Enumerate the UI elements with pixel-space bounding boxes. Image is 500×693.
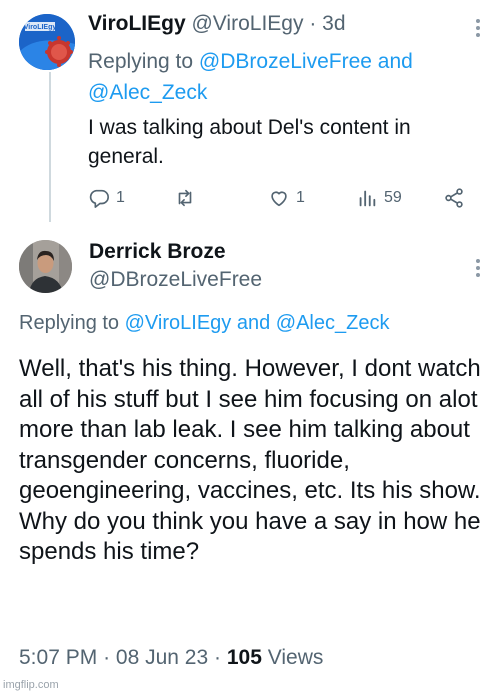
avatar-logo-text: ViroLIEgy [24, 24, 57, 31]
avatar[interactable] [19, 240, 72, 293]
tweet-metadata: 5:07 PM · 08 Jun 23 · 105 Views [19, 646, 323, 670]
reply-and-text: and [377, 50, 413, 73]
more-icon[interactable] [476, 16, 480, 40]
reply-mention-link[interactable]: @ViroLIEgy [125, 312, 232, 334]
reply-mention-link[interactable]: @Alec_Zeck [276, 312, 390, 334]
meta-separator: · [214, 646, 221, 669]
views-label: Views [267, 646, 324, 669]
watermark: imgflip.com [3, 679, 59, 691]
reply-icon [89, 189, 109, 208]
view-count: 105 [226, 646, 262, 669]
reply-count: 1 [116, 189, 125, 206]
like-button[interactable]: 1 [268, 184, 305, 212]
separator: · [309, 12, 317, 35]
display-name[interactable]: ViroLIEgy [88, 12, 186, 35]
replying-to: Replying to @DBrozeLiveFree and @Alec_Ze… [88, 46, 468, 108]
meta-separator: · [103, 646, 111, 669]
tweet-text: Well, that's his thing. However, I dont … [19, 355, 481, 565]
like-count: 1 [296, 189, 305, 206]
replying-label: Replying to [88, 50, 194, 73]
avatar[interactable]: ViroLIEgy [19, 14, 75, 70]
retweet-button[interactable] [174, 184, 202, 212]
more-icon[interactable] [476, 256, 480, 280]
reply-mention-link[interactable]: @DBrozeLiveFree [199, 50, 372, 73]
tweet-age[interactable]: 3d [322, 12, 345, 35]
avatar-image [19, 240, 72, 293]
avatar-image: ViroLIEgy [19, 14, 75, 70]
handle[interactable]: @DBrozeLiveFree [89, 268, 262, 292]
tweet-actions: 1 1 59 [88, 184, 478, 212]
like-icon [271, 191, 287, 207]
view-count: 59 [384, 189, 402, 206]
tweet-text: I was talking about Del's content in gen… [88, 116, 411, 168]
display-name[interactable]: Derrick Broze [89, 240, 226, 264]
reply-mention-link[interactable]: @Alec_Zeck [88, 81, 207, 104]
tweet-time[interactable]: 5:07 PM [19, 646, 97, 669]
reply-and-text: and [236, 312, 271, 334]
replying-to: Replying to @ViroLIEgy and @Alec_Zeck [19, 312, 389, 335]
handle[interactable]: @ViroLIEgy [191, 12, 303, 35]
share-icon [445, 188, 463, 208]
tweet-header: ViroLIEgy @ViroLIEgy · 3d [88, 12, 346, 36]
share-button[interactable] [443, 184, 465, 212]
views-icon [359, 190, 376, 207]
views-button[interactable]: 59 [356, 184, 402, 212]
replying-label: Replying to [19, 312, 120, 334]
tweet-date[interactable]: 08 Jun 23 [116, 646, 208, 669]
retweet-icon [178, 189, 192, 207]
thread-connector-line [49, 72, 51, 222]
reply-button[interactable]: 1 [88, 184, 125, 212]
